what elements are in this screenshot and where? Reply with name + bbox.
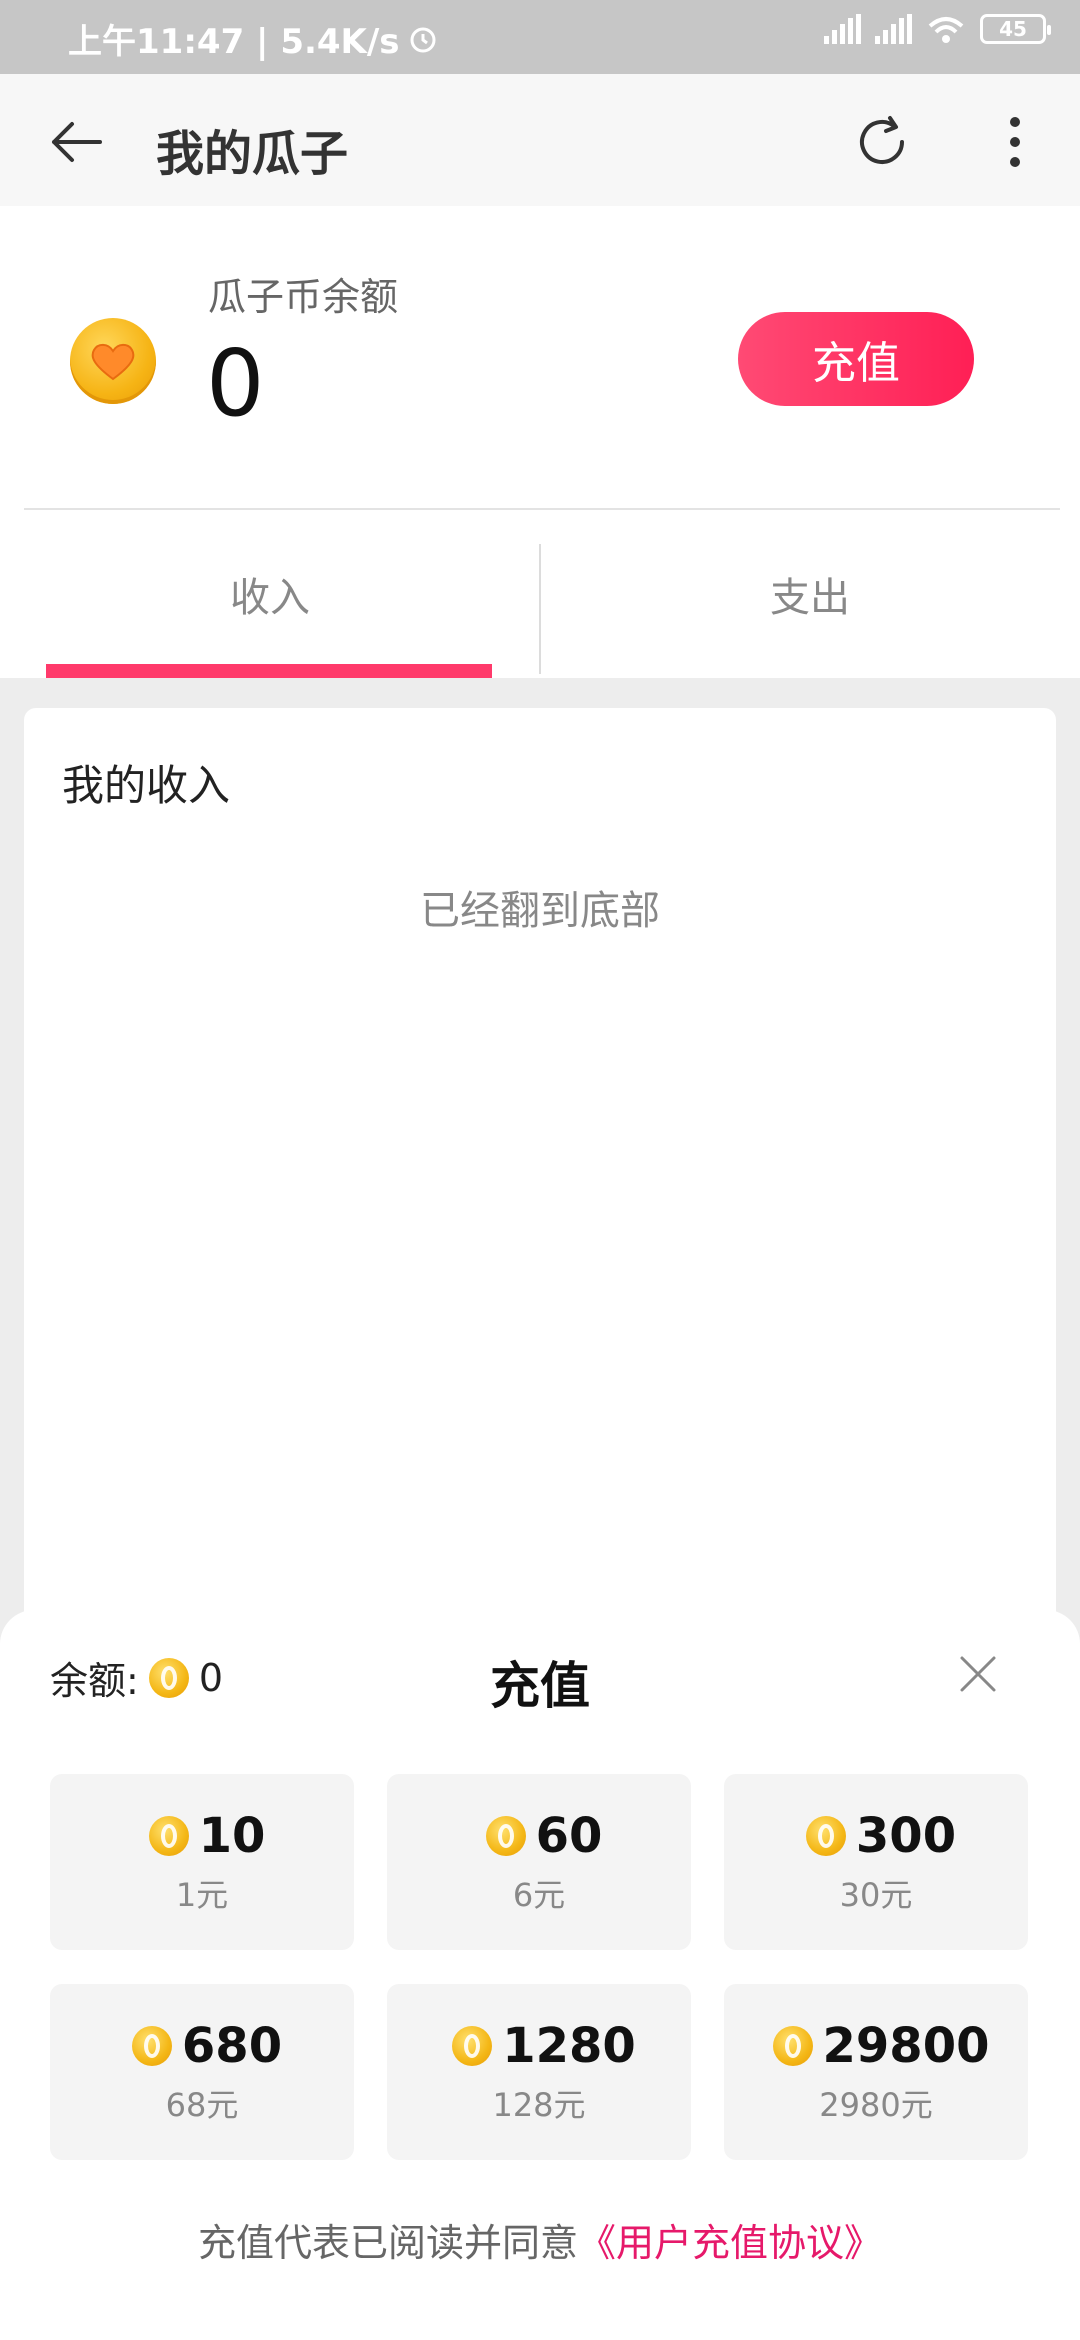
package-coins: 680 [181, 2018, 283, 2074]
status-right: 45 [824, 14, 1051, 44]
package-coins: 29800 [822, 2018, 990, 2074]
tab-bar: 收入 支出 [0, 510, 1080, 678]
alarm-icon [410, 27, 436, 52]
sheet-title: 充值 [490, 1657, 590, 1715]
agreement-notice: 充值代表已阅读并同意《用户充值协议》 [0, 2212, 1080, 2267]
wifi-icon [928, 17, 964, 43]
app-header: 我的瓜子 [0, 74, 1080, 206]
coin-icon [131, 2026, 172, 2066]
balance-section: 瓜子币余额 0 充值 [0, 206, 1080, 510]
battery-icon: 45 [980, 14, 1051, 44]
package-coins: 1280 [502, 2018, 636, 2074]
tab-income[interactable]: 收入 [0, 510, 540, 678]
package-grid: 10 1元 60 6元 300 30元 680 68元 1280 128元 29… [50, 1774, 1030, 2174]
signal-hd-icon [875, 14, 912, 44]
signal-icon [824, 14, 861, 44]
heart-coin-icon [70, 318, 156, 404]
battery-level: 45 [999, 17, 1027, 41]
more-options-icon[interactable] [1000, 112, 1030, 172]
coin-icon [485, 1816, 526, 1856]
tab-expense[interactable]: 支出 [540, 510, 1080, 678]
balance-amount: 0 [206, 330, 265, 437]
refresh-icon[interactable] [850, 110, 914, 174]
recharge-button[interactable]: 充值 [738, 312, 974, 406]
package-price: 68元 [165, 2086, 239, 2124]
package-option[interactable]: 300 30元 [724, 1774, 1028, 1950]
package-coins: 10 [198, 1808, 266, 1864]
status-bar: 上午11:47 | 5.4K/s 45 [0, 0, 1080, 74]
package-option[interactable]: 29800 2980元 [724, 1984, 1028, 2160]
package-price: 128元 [492, 2086, 586, 2124]
coin-icon [148, 1816, 189, 1856]
package-price: 30元 [839, 1876, 913, 1914]
package-option[interactable]: 1280 128元 [387, 1984, 691, 2160]
package-price: 1元 [175, 1876, 229, 1914]
balance-label: 瓜子币余额 [208, 275, 399, 319]
status-left: 上午11:47 | 5.4K/s [68, 14, 438, 63]
coin-icon [452, 2026, 493, 2066]
package-option[interactable]: 10 1元 [50, 1774, 354, 1950]
agreement-text: 充值代表已阅读并同意 [197, 2221, 578, 2265]
coin-icon [805, 1816, 846, 1856]
package-option[interactable]: 60 6元 [387, 1774, 691, 1950]
page-title: 我的瓜子 [156, 126, 349, 182]
package-price: 2980元 [819, 2086, 933, 2124]
agreement-link[interactable]: 《用户充值协议》 [578, 2221, 882, 2265]
income-card: 我的收入 已经翻到底部 [24, 708, 1056, 1708]
back-arrow-icon[interactable] [46, 112, 106, 172]
package-option[interactable]: 680 68元 [50, 1984, 354, 2160]
package-coins: 60 [535, 1808, 603, 1864]
coin-icon [772, 2026, 813, 2066]
package-price: 6元 [512, 1876, 566, 1914]
income-card-title: 我的收入 [62, 761, 231, 810]
package-coins: 300 [855, 1808, 957, 1864]
close-icon[interactable] [958, 1654, 998, 1694]
end-of-list-message: 已经翻到底部 [420, 888, 660, 934]
status-time-speed: 上午11:47 | 5.4K/s [68, 22, 400, 62]
active-tab-indicator [46, 664, 492, 678]
